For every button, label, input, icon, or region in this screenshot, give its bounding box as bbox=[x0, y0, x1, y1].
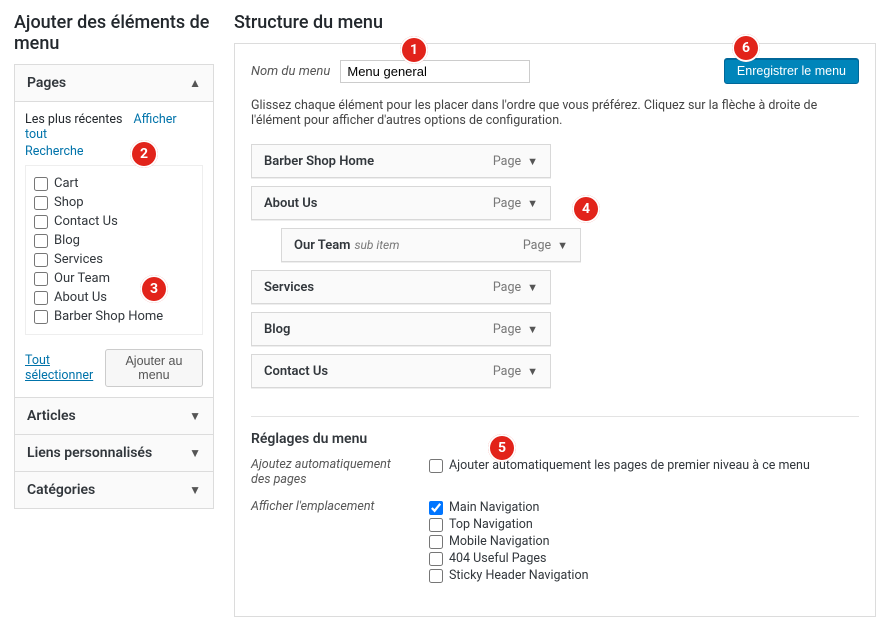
page-item-label: Blog bbox=[54, 233, 80, 248]
page-checkbox[interactable] bbox=[34, 234, 48, 248]
location-label: 404 Useful Pages bbox=[449, 551, 546, 566]
location-checkbox[interactable] bbox=[429, 535, 443, 549]
page-item[interactable]: Cart bbox=[34, 174, 194, 193]
accordion-pages[interactable]: Pages ▲ Les plus récentes Afficher tout … bbox=[14, 64, 214, 398]
chevron-down-icon: ▼ bbox=[527, 155, 538, 168]
page-checkbox[interactable] bbox=[34, 177, 48, 191]
locations-list: Main Navigation Top Navigation Mobile Na… bbox=[429, 499, 589, 584]
location-checkbox[interactable] bbox=[429, 518, 443, 532]
menu-item[interactable]: Barber Shop Home Page ▼ bbox=[251, 144, 551, 178]
page-item-label: Barber Shop Home bbox=[54, 309, 163, 324]
location-label: Mobile Navigation bbox=[449, 534, 550, 549]
settings-heading: Réglages du menu bbox=[251, 431, 859, 447]
divider bbox=[251, 416, 859, 417]
auto-add-text: Ajouter automatiquement les pages de pre… bbox=[449, 458, 810, 473]
accordion-articles[interactable]: Articles ▼ bbox=[14, 398, 214, 435]
page-checkbox[interactable] bbox=[34, 253, 48, 267]
location-option[interactable]: Sticky Header Navigation bbox=[429, 567, 589, 584]
menu-structure-list: Barber Shop Home Page ▼ About Us Page ▼ Ou… bbox=[251, 144, 859, 388]
accordion-links-title: Liens personnalisés bbox=[27, 445, 152, 461]
tab-search[interactable]: Recherche bbox=[25, 144, 84, 159]
menu-subitem-label: sub item bbox=[354, 238, 399, 252]
location-label: Sticky Header Navigation bbox=[449, 568, 589, 583]
menu-item-title: Our Team bbox=[294, 238, 350, 253]
structure-heading: Structure du menu bbox=[234, 12, 876, 33]
location-option[interactable]: Top Navigation bbox=[429, 516, 589, 533]
chevron-down-icon: ▼ bbox=[189, 446, 201, 460]
page-item[interactable]: Our Team bbox=[34, 269, 194, 288]
location-checkbox[interactable] bbox=[429, 569, 443, 583]
accordion-custom-links[interactable]: Liens personnalisés ▼ bbox=[14, 435, 214, 472]
auto-add-checkbox[interactable] bbox=[429, 459, 443, 473]
accordion-pages-title: Pages bbox=[27, 75, 66, 91]
menu-item-type: Page bbox=[523, 238, 551, 253]
menu-name-input[interactable] bbox=[340, 60, 530, 83]
display-location-label: Afficher l'emplacement bbox=[251, 499, 411, 584]
chevron-down-icon: ▼ bbox=[527, 281, 538, 294]
chevron-down-icon: ▼ bbox=[527, 323, 538, 336]
location-label: Top Navigation bbox=[449, 517, 533, 532]
page-checkbox[interactable] bbox=[34, 272, 48, 286]
location-checkbox[interactable] bbox=[429, 552, 443, 566]
menu-item-title: Services bbox=[264, 280, 314, 295]
menu-sub-item[interactable]: Our Team sub item Page ▼ bbox=[281, 228, 581, 262]
page-item-label: Our Team bbox=[54, 271, 110, 286]
menu-item-type: Page bbox=[493, 196, 521, 211]
menu-item-type: Page bbox=[493, 280, 521, 295]
accordion-categories[interactable]: Catégories ▼ bbox=[14, 472, 214, 509]
menu-item-title: Blog bbox=[264, 322, 290, 337]
page-item[interactable]: Services bbox=[34, 250, 194, 269]
add-items-heading: Ajouter des éléments de menu bbox=[14, 12, 214, 54]
accordion-categories-title: Catégories bbox=[27, 482, 95, 498]
page-item[interactable]: Barber Shop Home bbox=[34, 307, 194, 326]
page-item[interactable]: Blog bbox=[34, 231, 194, 250]
menu-item-title: About Us bbox=[264, 196, 317, 211]
menu-item-type: Page bbox=[493, 364, 521, 379]
drag-hint: Glissez chaque élément pour les placer d… bbox=[251, 98, 859, 128]
menu-item-title: Barber Shop Home bbox=[264, 154, 374, 169]
page-item-label: Shop bbox=[54, 195, 84, 210]
auto-add-checkbox-row[interactable]: Ajouter automatiquement les pages de pre… bbox=[429, 457, 810, 474]
accordion-articles-title: Articles bbox=[27, 408, 76, 424]
page-item[interactable]: Shop bbox=[34, 193, 194, 212]
add-to-menu-button[interactable]: Ajouter au menu bbox=[105, 349, 203, 387]
auto-add-label: Ajoutez automatiquement des pages bbox=[251, 457, 411, 487]
menu-item-title: Contact Us bbox=[264, 364, 328, 379]
page-item-label: Services bbox=[54, 252, 103, 267]
menu-item[interactable]: Contact Us Page ▼ bbox=[251, 354, 551, 388]
page-checkbox[interactable] bbox=[34, 291, 48, 305]
menu-item[interactable]: Blog Page ▼ bbox=[251, 312, 551, 346]
select-all-link[interactable]: Tout sélectionner bbox=[25, 353, 105, 383]
chevron-up-icon: ▲ bbox=[189, 76, 201, 90]
chevron-down-icon: ▼ bbox=[189, 409, 201, 423]
location-option[interactable]: 404 Useful Pages bbox=[429, 550, 589, 567]
page-item-label: Cart bbox=[54, 176, 79, 191]
menu-item-type: Page bbox=[493, 322, 521, 337]
tab-recent[interactable]: Les plus récentes bbox=[25, 112, 122, 127]
menu-item-type: Page bbox=[493, 154, 521, 169]
location-option[interactable]: Main Navigation bbox=[429, 499, 589, 516]
pages-list: Cart Shop Contact Us Blog Services Our T… bbox=[25, 165, 203, 335]
page-checkbox[interactable] bbox=[34, 310, 48, 324]
menu-item[interactable]: About Us Page ▼ bbox=[251, 186, 551, 220]
chevron-down-icon: ▼ bbox=[527, 365, 538, 378]
page-item[interactable]: Contact Us bbox=[34, 212, 194, 231]
location-checkbox[interactable] bbox=[429, 501, 443, 515]
page-item-label: Contact Us bbox=[54, 214, 118, 229]
chevron-down-icon: ▼ bbox=[189, 483, 201, 497]
page-item[interactable]: About Us bbox=[34, 288, 194, 307]
chevron-down-icon: ▼ bbox=[557, 239, 568, 252]
menu-name-label: Nom du menu bbox=[251, 64, 330, 79]
page-checkbox[interactable] bbox=[34, 196, 48, 210]
location-option[interactable]: Mobile Navigation bbox=[429, 533, 589, 550]
menu-item[interactable]: Services Page ▼ bbox=[251, 270, 551, 304]
page-checkbox[interactable] bbox=[34, 215, 48, 229]
chevron-down-icon: ▼ bbox=[527, 197, 538, 210]
location-label: Main Navigation bbox=[449, 500, 539, 515]
save-menu-button[interactable]: Enregistrer le menu bbox=[724, 58, 859, 84]
page-item-label: About Us bbox=[54, 290, 107, 305]
